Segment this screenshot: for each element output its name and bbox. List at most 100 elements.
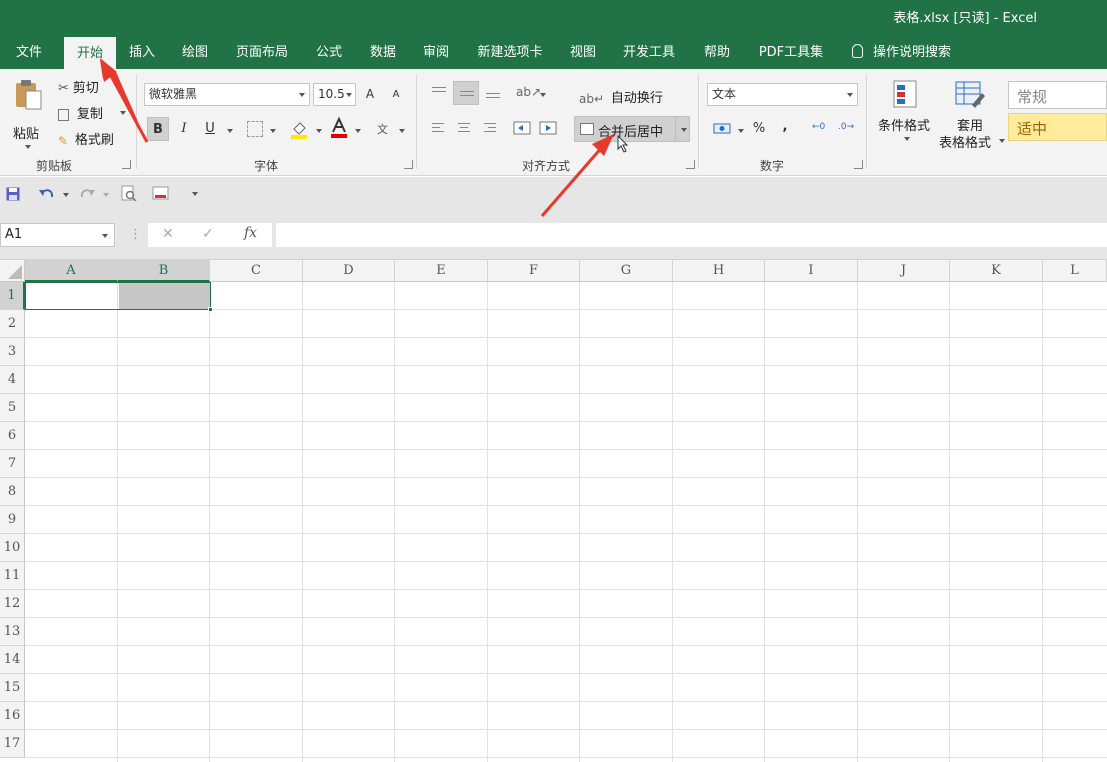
tab-data[interactable]: 数据 xyxy=(360,36,406,69)
column-header-d[interactable]: D xyxy=(303,260,395,282)
column-header-b[interactable]: B xyxy=(118,260,210,282)
tab-view[interactable]: 视图 xyxy=(560,36,606,69)
fill-color-button[interactable] xyxy=(290,119,308,139)
clipboard-launcher-icon[interactable] xyxy=(122,160,131,169)
percent-button[interactable]: % xyxy=(750,117,768,141)
merge-dropdown-icon[interactable] xyxy=(681,128,687,132)
tab-formulas[interactable]: 公式 xyxy=(306,36,352,69)
column-header-i[interactable]: I xyxy=(765,260,858,282)
row-header-9[interactable]: 9 xyxy=(0,506,25,534)
column-header-e[interactable]: E xyxy=(395,260,488,282)
column-header-h[interactable]: H xyxy=(673,260,765,282)
cancel-entry-icon[interactable]: ✕ xyxy=(162,226,174,242)
grow-font-button[interactable]: A xyxy=(362,82,378,106)
column-header-c[interactable]: C xyxy=(210,260,303,282)
format-painter-button[interactable]: ✎ 格式刷 xyxy=(58,129,114,148)
row-header-13[interactable]: 13 xyxy=(0,618,25,646)
customize-toolbar-icon[interactable] xyxy=(192,192,198,196)
custom-command-icon[interactable] xyxy=(152,186,170,202)
tab-new-tab[interactable]: 新建选项卡 xyxy=(466,36,554,69)
column-header-a[interactable]: A xyxy=(25,260,118,282)
row-header-6[interactable]: 6 xyxy=(0,422,25,450)
tab-pdf-tools[interactable]: PDF工具集 xyxy=(748,36,834,69)
tell-me-search[interactable]: 操作说明搜索 xyxy=(852,36,951,69)
row-header-1[interactable]: 1 xyxy=(0,282,25,310)
align-bottom-icon[interactable] xyxy=(484,85,502,99)
alignment-launcher-icon[interactable] xyxy=(686,160,695,169)
tab-home[interactable]: 开始 xyxy=(64,37,116,69)
increase-decimal-icon[interactable]: ←0 xyxy=(812,122,825,132)
underline-dropdown-icon[interactable] xyxy=(227,129,233,133)
font-launcher-icon[interactable] xyxy=(404,160,413,169)
phonetic-button[interactable]: 文 xyxy=(376,121,390,137)
insert-function-icon[interactable]: fx xyxy=(244,225,257,241)
row-header-10[interactable]: 10 xyxy=(0,534,25,562)
print-preview-icon[interactable] xyxy=(121,185,137,201)
row-header-17[interactable]: 17 xyxy=(0,730,25,758)
orientation-icon[interactable]: ab↗ xyxy=(516,85,541,99)
save-icon[interactable] xyxy=(6,187,20,201)
redo-icon[interactable] xyxy=(80,187,96,201)
column-header-k[interactable]: K xyxy=(950,260,1043,282)
tab-page-layout[interactable]: 页面布局 xyxy=(228,36,296,69)
number-launcher-icon[interactable] xyxy=(854,160,863,169)
style-normal-cell[interactable]: 常规 xyxy=(1008,81,1107,109)
row-header-14[interactable]: 14 xyxy=(0,646,25,674)
borders-icon[interactable] xyxy=(247,121,263,137)
row-header-12[interactable]: 12 xyxy=(0,590,25,618)
italic-button[interactable]: I xyxy=(174,117,194,141)
style-neutral-cell[interactable]: 适中 xyxy=(1008,113,1107,141)
tab-review[interactable]: 审阅 xyxy=(413,36,459,69)
worksheet-grid[interactable]: ABCDEFGHIJKL 1 2 3 4 5 6 7 8 9 10 11 12 13 14 15 16 17 xyxy=(0,260,1107,762)
row-header-3[interactable]: 3 xyxy=(0,338,25,366)
format-as-table-button[interactable]: 套用 表格格式 xyxy=(939,79,1005,153)
borders-dropdown-icon[interactable] xyxy=(270,129,276,133)
comma-button[interactable]: , xyxy=(777,115,793,139)
row-header-4[interactable]: 4 xyxy=(0,366,25,394)
accounting-format-icon[interactable] xyxy=(713,121,731,137)
decrease-indent-icon[interactable] xyxy=(513,120,531,136)
row-header-2[interactable]: 2 xyxy=(0,310,25,338)
row-header-16[interactable]: 16 xyxy=(0,702,25,730)
tab-draw[interactable]: 绘图 xyxy=(172,36,218,69)
undo-dropdown-icon[interactable] xyxy=(63,193,69,197)
underline-button[interactable]: U xyxy=(200,117,220,141)
phonetic-dropdown-icon[interactable] xyxy=(399,129,405,133)
row-header-5[interactable]: 5 xyxy=(0,394,25,422)
number-format-select[interactable]: 文本 xyxy=(707,83,858,106)
increase-indent-icon[interactable] xyxy=(539,120,557,136)
align-middle-button[interactable] xyxy=(453,81,479,105)
font-color-button[interactable] xyxy=(330,116,348,139)
column-header-g[interactable]: G xyxy=(580,260,673,282)
font-color-dropdown-icon[interactable] xyxy=(355,129,361,133)
shrink-font-button[interactable]: A xyxy=(388,83,404,107)
row-header-15[interactable]: 15 xyxy=(0,674,25,702)
undo-icon[interactable] xyxy=(38,187,54,201)
copy-button[interactable]: 复制 xyxy=(58,103,126,122)
column-header-l[interactable]: L xyxy=(1043,260,1107,282)
font-name-select[interactable]: 微软雅黑 xyxy=(144,83,310,106)
redo-dropdown-icon[interactable] xyxy=(103,193,109,197)
tab-file[interactable]: 文件 xyxy=(4,36,54,69)
confirm-entry-icon[interactable]: ✓ xyxy=(202,226,214,242)
conditional-format-button[interactable]: 条件格式 xyxy=(874,79,938,153)
column-header-j[interactable]: J xyxy=(858,260,950,282)
row-header-11[interactable]: 11 xyxy=(0,562,25,590)
wrap-text-button[interactable]: ab↵ 自动换行 xyxy=(579,87,663,106)
tab-developer[interactable]: 开发工具 xyxy=(614,36,684,69)
align-left-icon[interactable] xyxy=(432,121,446,135)
align-right-icon[interactable] xyxy=(484,121,498,135)
merge-center-button[interactable]: 合并后居中 xyxy=(574,116,690,142)
bold-button[interactable]: B xyxy=(147,117,169,141)
select-all-button[interactable] xyxy=(0,260,25,282)
decrease-decimal-icon[interactable]: .0→ xyxy=(838,122,854,132)
paste-button[interactable]: 粘贴 xyxy=(8,77,48,149)
accounting-dropdown-icon[interactable] xyxy=(738,129,744,133)
tab-insert[interactable]: 插入 xyxy=(120,36,164,69)
orientation-dropdown-icon[interactable] xyxy=(540,93,546,97)
fill-handle[interactable] xyxy=(208,307,213,312)
formula-input[interactable] xyxy=(276,223,1107,247)
row-header-8[interactable]: 8 xyxy=(0,478,25,506)
align-center-icon[interactable] xyxy=(458,121,472,135)
selected-range[interactable] xyxy=(25,282,211,310)
